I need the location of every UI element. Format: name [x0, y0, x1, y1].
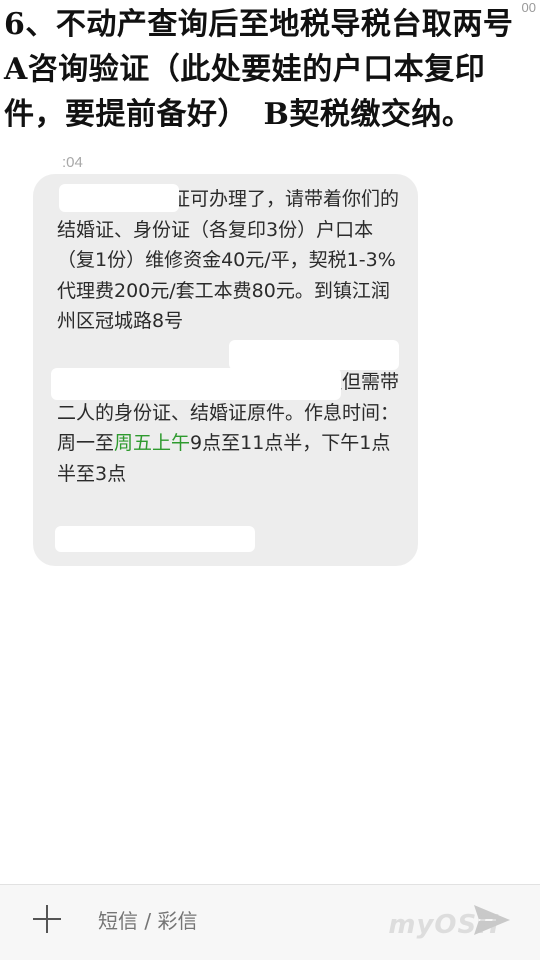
compose-bar: myOSH: [0, 884, 540, 960]
redaction-sender: [59, 184, 179, 212]
compose-input[interactable]: [96, 905, 430, 937]
redaction-address-2: [51, 368, 341, 400]
watermark-logo: myOSH: [388, 910, 500, 940]
message-body-part-1: ：你的不动产证可办理了，请带着你们的结婚证、身份证（各复印3份）户口本（复1份）…: [57, 188, 400, 454]
redaction-address-1: [229, 340, 399, 370]
message-highlight-link[interactable]: 周五上午: [114, 432, 190, 454]
message-bubble[interactable]: ：你的不动产证可办理了，请带着你们的结婚证、身份证（各复印3份）户口本（复1份）…: [33, 174, 418, 566]
caption-text: 6、不动产查询后至地税导税台取两号A咨询验证（此处要娃的户口本复印件，要提前备好…: [4, 7, 514, 132]
message-body: ：你的不动产证可办理了，请带着你们的结婚证、身份证（各复印3份）户口本（复1份）…: [57, 184, 402, 489]
message-time: :04: [62, 154, 83, 171]
redaction-footer: [55, 526, 255, 552]
plus-icon[interactable]: [30, 902, 64, 936]
